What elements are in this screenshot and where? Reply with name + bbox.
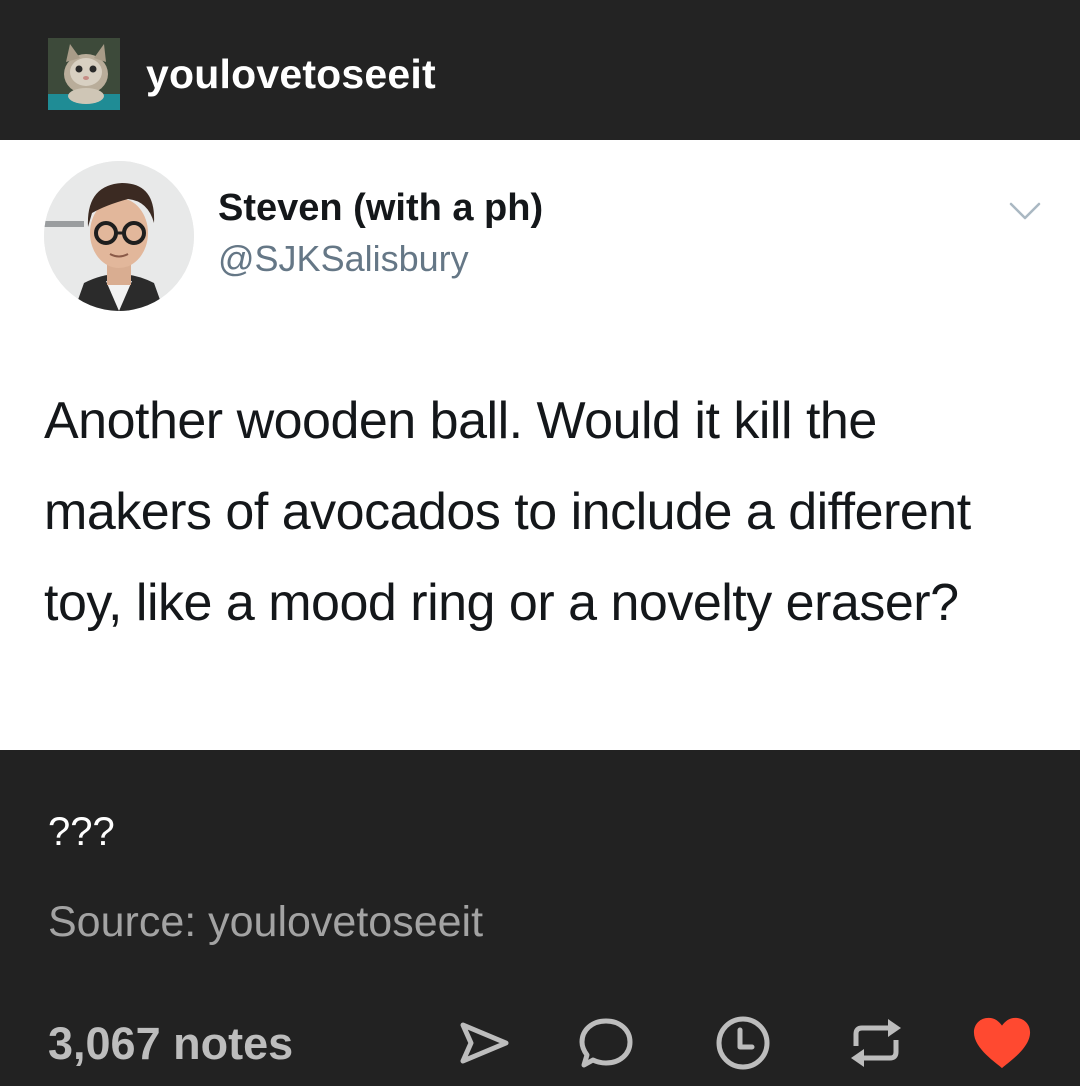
share-icon[interactable]: [454, 1013, 514, 1073]
blog-avatar[interactable]: [48, 38, 120, 110]
chevron-down-icon[interactable]: [1005, 196, 1045, 226]
tweet-card: Steven (with a ph) @SJKSalisbury Another…: [0, 140, 1080, 750]
post-caption: ???: [48, 810, 115, 854]
tweet-author-avatar: [44, 161, 194, 311]
author-photo-icon: [44, 161, 194, 311]
kitten-avatar-icon: [48, 38, 120, 110]
post-header: youlovetoseeit: [0, 0, 1080, 140]
blog-name[interactable]: youlovetoseeit: [146, 50, 436, 98]
notes-count[interactable]: 3,067 notes: [48, 1018, 293, 1070]
tweet-text: Another wooden ball. Would it kill the m…: [44, 392, 971, 632]
tweet-handle: @SJKSalisbury: [218, 238, 469, 279]
tweet-display-name: Steven (with a ph): [218, 187, 544, 229]
post-source[interactable]: Source: youlovetoseeit: [48, 896, 483, 948]
reblog-icon[interactable]: [846, 1013, 906, 1073]
like-icon[interactable]: [972, 1013, 1032, 1073]
reply-icon[interactable]: [576, 1013, 636, 1073]
queue-icon[interactable]: [713, 1013, 773, 1073]
